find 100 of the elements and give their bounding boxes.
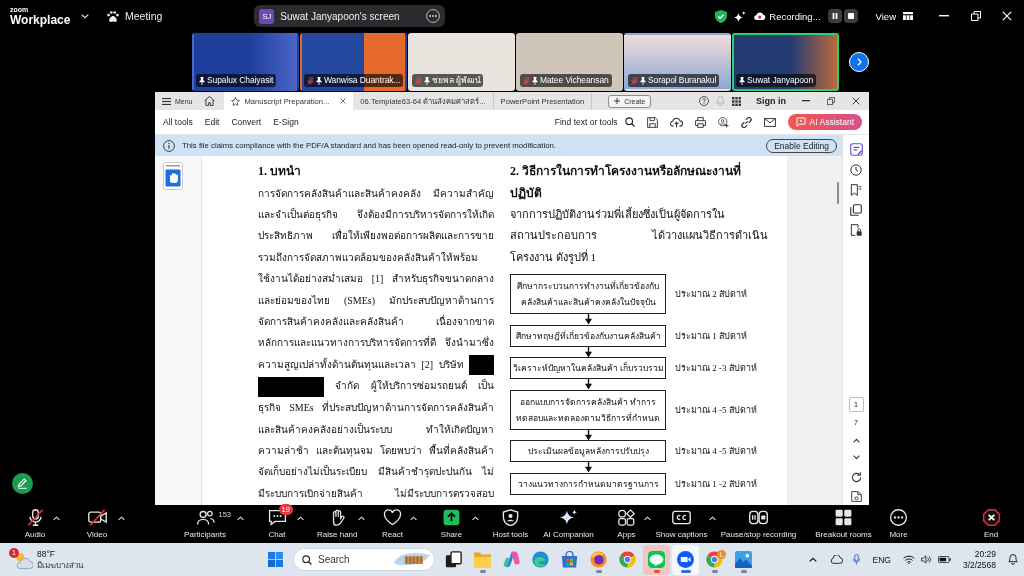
flow-arrow [584,429,592,441]
upload-icon[interactable] [669,116,683,128]
battery-icon[interactable] [937,556,951,563]
duration-label: ประมาณ 4 -5 สัปดาห์ [675,403,757,417]
participant-name: Suwat Janyapoon [747,75,814,86]
language-indicator[interactable]: ENG [872,554,891,565]
annotate-button[interactable] [12,473,33,494]
toolbar-button[interactable]: Video [79,508,115,540]
toolbar-button[interactable]: Pause/stop recording [716,508,801,540]
weather-condition[interactable]: มีเมฆบางส่วน [37,559,83,571]
muted-microphone-icon [307,76,314,85]
duration-label: ประมาณ 1 สัปดาห์ [675,329,747,343]
chevron-up-icon[interactable] [852,438,860,443]
flame-globe-icon [590,551,607,568]
toolbar-button[interactable]: Share [433,508,470,540]
duration-label: ประมาณ 1 -2 สัปดาห์ [675,477,757,491]
toolbar-button[interactable]: AI Companion [539,508,598,540]
toolbar-button[interactable]: Apps [608,508,645,540]
toolbar-menu-item[interactable]: E-Sign [273,117,299,127]
chevron-down-icon[interactable] [852,455,860,460]
comment-edit-icon[interactable] [849,143,863,156]
logo-product-name: Workplace [10,13,68,27]
four-squares-icon [834,508,853,526]
document-icon[interactable] [850,491,862,502]
toolbar-button[interactable]: React [374,508,411,540]
refresh-icon[interactable] [850,472,862,483]
sparkle-icon[interactable] [734,10,747,22]
speaker-icon[interactable] [920,555,932,564]
toolbar-menu-item[interactable]: Convert [231,117,262,127]
find-button[interactable]: Find text or tools [554,117,635,127]
flow-arrow [584,346,592,358]
weather-temperature[interactable]: 88°F [37,548,83,560]
section-heading: 2. วิธีการในการทำโครงงานหรือลักษณะงานที่ ปฏิบัติ [510,161,742,202]
people-icon [195,508,215,526]
muted-microphone-icon [415,76,422,85]
chevron-up-icon[interactable] [809,557,818,562]
clock-date[interactable]: 3/2/2568 [962,559,996,571]
toolbar-menu-item[interactable]: All tools [163,117,193,127]
ai-assistant-button[interactable]: AI Assistant [787,114,862,130]
flowchart-step: ศึกษาทฤษฎีที่เกี่ยวข้องกับงานคลังสินค้า [510,324,666,347]
bell-icon[interactable] [1008,554,1018,565]
captions-icon [672,508,691,526]
toolbar-menu-item[interactable]: Edit [204,117,220,127]
save-icon[interactable] [646,116,658,128]
person-plus-icon[interactable] [717,116,729,128]
participant-name: Wanwisa Duantrak... [324,75,401,86]
toolbar-button[interactable]: Breakout rooms [810,508,877,540]
star-icon[interactable] [230,96,240,106]
wifi-icon[interactable] [902,555,915,564]
four-panes-icon[interactable] [268,552,283,567]
pin-icon [316,76,322,85]
cloud-icon[interactable] [830,555,844,564]
meeting-button[interactable]: Meeting [107,10,163,22]
minimize-icon[interactable] [802,100,810,102]
toolbar-button[interactable]: End [973,508,1009,540]
pin-icon [640,76,646,85]
task-view-icon [445,551,462,568]
minimize-icon[interactable] [939,15,949,17]
more-icon[interactable] [425,9,440,23]
pause-button[interactable] [827,9,842,23]
next-page-button[interactable] [849,52,869,72]
microphone-icon [25,508,45,526]
toolbar-button[interactable]: More [880,508,917,540]
toolbar-button[interactable]: Raise hand [316,508,359,540]
muted-microphone-icon [631,76,638,85]
clock-time[interactable]: 20:29 [974,548,996,560]
close-icon[interactable] [852,97,860,105]
toolbar-button[interactable]: Audio [17,508,53,540]
scrollbar-thumb[interactable] [837,182,839,204]
toolbar-button[interactable]: Host tools [488,508,533,540]
shield-check-icon[interactable] [715,9,728,23]
stop-button[interactable] [843,9,858,23]
boat-drawing [393,552,431,566]
toolbar-button[interactable]: Show captions [654,508,709,540]
help-icon[interactable] [699,96,709,106]
copy-icon[interactable] [850,204,862,216]
duration-label: ประมาณ 2 สัปดาห์ [675,288,747,302]
home-icon[interactable] [203,96,215,106]
view-button[interactable]: View [875,10,913,22]
locked-document-icon[interactable] [850,224,862,236]
duration-label: ประมาณ 2 -3 สัปดาห์ [675,362,757,376]
page-number-field[interactable]: 1 [848,397,864,412]
bookmark-icon[interactable] [850,184,862,196]
speech-bubble-icon [648,551,665,568]
pin-icon [199,76,205,85]
sign-in-button[interactable]: Sign in [756,96,786,106]
swirl-icon [503,551,520,568]
stop-icon [847,13,854,19]
apps-grid-icon[interactable] [732,96,741,106]
link-icon[interactable] [740,116,752,128]
print-icon[interactable] [694,116,706,128]
flowchart-step: วางแนวทางการกำหนดมาตรฐานการ [510,472,666,495]
cloud-sun-icon[interactable] [13,550,33,569]
wave-circle-icon [532,551,549,568]
clock-icon[interactable] [850,164,862,176]
search-field[interactable]: Search [293,548,435,571]
hand-tool-icon[interactable] [163,162,183,190]
microphone-icon[interactable] [853,554,861,565]
mail-icon[interactable] [763,117,776,127]
flow-arrow [584,379,592,390]
